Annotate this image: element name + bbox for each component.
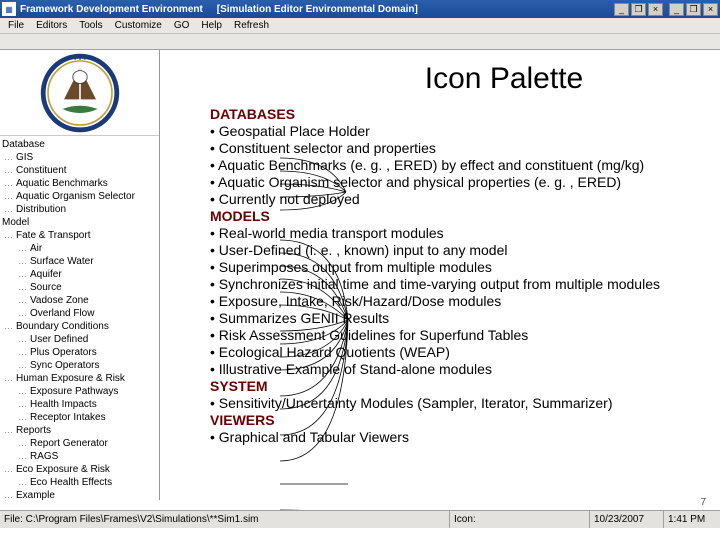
tree-item[interactable]: User Defined bbox=[2, 333, 157, 346]
tree-item[interactable]: Fate & Transport bbox=[2, 229, 157, 242]
bullet-item: Synchronizes initial time and time-varyi… bbox=[210, 276, 712, 293]
tree-item[interactable]: Distribution bbox=[2, 203, 157, 216]
mdi-maximize-button[interactable]: ❐ bbox=[631, 3, 646, 16]
tree-item[interactable]: Plus Operators bbox=[2, 346, 157, 359]
menu-file[interactable]: File bbox=[2, 20, 30, 31]
tree-item[interactable]: Aquatic Organism Selector bbox=[2, 190, 157, 203]
menu-help[interactable]: Help bbox=[195, 20, 228, 31]
tree-item[interactable]: Exposure Pathways bbox=[2, 385, 157, 398]
window-title: Framework Development Environment [Simul… bbox=[20, 4, 614, 15]
section-header-models: MODELS bbox=[210, 208, 712, 225]
tree-item[interactable]: Air bbox=[2, 242, 157, 255]
doc-name: [Simulation Editor Environmental Domain] bbox=[217, 4, 418, 15]
status-date: 10/23/2007 bbox=[590, 511, 664, 528]
maximize-button[interactable]: ❐ bbox=[686, 3, 701, 16]
main-area: ★ ★ ★ Database GIS Constituent Aquatic B… bbox=[0, 50, 720, 500]
tree-item[interactable]: Vadose Zone bbox=[2, 294, 157, 307]
status-icon: Icon: bbox=[450, 511, 590, 528]
section-header-viewers: VIEWERS bbox=[210, 412, 712, 429]
bullet-item: Ecological Hazard Quotients (WEAP) bbox=[210, 344, 712, 361]
bullet-item: Risk Assessment Guidelines for Superfund… bbox=[210, 327, 712, 344]
mdi-close-button[interactable]: × bbox=[648, 3, 663, 16]
bullet-item: Exposure, Intake, Risk/Hazard/Dose modul… bbox=[210, 293, 712, 310]
title-bar: ▦ Framework Development Environment [Sim… bbox=[0, 0, 720, 18]
menu-editors[interactable]: Editors bbox=[30, 20, 73, 31]
close-button[interactable]: × bbox=[703, 3, 718, 16]
tree-item[interactable]: Overland Flow bbox=[2, 307, 157, 320]
nrc-seal: ★ ★ ★ bbox=[0, 50, 160, 136]
bullet-item: Currently not deployed bbox=[210, 191, 712, 208]
menu-customize[interactable]: Customize bbox=[109, 20, 168, 31]
svg-text:★ ★ ★: ★ ★ ★ bbox=[74, 56, 87, 61]
tree-database[interactable]: Database bbox=[2, 138, 157, 151]
tree-item[interactable]: Example bbox=[2, 489, 157, 500]
mdi-window-buttons: _ ❐ × bbox=[614, 3, 663, 16]
tree-item[interactable]: Aquifer bbox=[2, 268, 157, 281]
toolbar bbox=[0, 34, 720, 50]
page-number: 7 bbox=[700, 497, 706, 508]
bullet-item: Illustrative Example of Stand-alone modu… bbox=[210, 361, 712, 378]
tree-item[interactable]: Source bbox=[2, 281, 157, 294]
slide-body: DATABASES Geospatial Place Holder Consti… bbox=[210, 106, 712, 446]
tree-item[interactable]: Boundary Conditions bbox=[2, 320, 157, 333]
bullet-item: Summarizes GENII Results bbox=[210, 310, 712, 327]
bullet-item: Aquatic Benchmarks (e. g. , ERED) by eff… bbox=[210, 157, 712, 174]
tree-item[interactable]: Reports bbox=[2, 424, 157, 437]
tree-item[interactable]: Constituent bbox=[2, 164, 157, 177]
bullet-item: Aquatic Organism selector and physical p… bbox=[210, 174, 712, 191]
app-icon: ▦ bbox=[2, 2, 16, 16]
menu-bar: File Editors Tools Customize GO Help Ref… bbox=[0, 18, 720, 34]
tree-item[interactable]: Human Exposure & Risk bbox=[2, 372, 157, 385]
menu-go[interactable]: GO bbox=[168, 20, 196, 31]
status-file: File: C:\Program Files\Frames\V2\Simulat… bbox=[0, 511, 450, 528]
tree-item[interactable]: Report Generator bbox=[2, 437, 157, 450]
menu-refresh[interactable]: Refresh bbox=[228, 20, 275, 31]
bullet-item: Constituent selector and properties bbox=[210, 140, 712, 157]
section-header-databases: DATABASES bbox=[210, 106, 712, 123]
bullet-item: Geospatial Place Holder bbox=[210, 123, 712, 140]
bullet-item: Graphical and Tabular Viewers bbox=[210, 429, 712, 446]
minimize-button[interactable]: _ bbox=[669, 3, 684, 16]
app-name: Framework Development Environment bbox=[20, 4, 203, 15]
tree-item[interactable]: Eco Exposure & Risk bbox=[2, 463, 157, 476]
bullet-item: Real-world media transport modules bbox=[210, 225, 712, 242]
bullet-item: User-Defined (i. e. , known) input to an… bbox=[210, 242, 712, 259]
window-buttons: _ ❐ × bbox=[669, 3, 718, 16]
section-header-system: SYSTEM bbox=[210, 378, 712, 395]
tree-item[interactable]: Sync Operators bbox=[2, 359, 157, 372]
mdi-minimize-button[interactable]: _ bbox=[614, 3, 629, 16]
tree-model[interactable]: Model bbox=[2, 216, 157, 229]
menu-tools[interactable]: Tools bbox=[73, 20, 108, 31]
slide-title: Icon Palette bbox=[296, 62, 712, 96]
status-time: 1:41 PM bbox=[664, 511, 720, 528]
bullet-item: Superimposes output from multiple module… bbox=[210, 259, 712, 276]
tree-item[interactable]: Surface Water bbox=[2, 255, 157, 268]
bullet-item: Sensitivity/Uncertainty Modules (Sampler… bbox=[210, 395, 712, 412]
tree-item[interactable]: Receptor Intakes bbox=[2, 411, 157, 424]
tree-item[interactable]: Health Impacts bbox=[2, 398, 157, 411]
tree-panel: ★ ★ ★ Database GIS Constituent Aquatic B… bbox=[0, 50, 160, 500]
tree-view[interactable]: Database GIS Constituent Aquatic Benchma… bbox=[0, 136, 159, 500]
tree-item[interactable]: Eco Health Effects bbox=[2, 476, 157, 489]
tree-item[interactable]: Aquatic Benchmarks bbox=[2, 177, 157, 190]
tree-item[interactable]: GIS bbox=[2, 151, 157, 164]
status-bar: File: C:\Program Files\Frames\V2\Simulat… bbox=[0, 510, 720, 528]
slide-content: Icon Palette DATABASES Geospatial Place … bbox=[160, 50, 720, 500]
tree-item[interactable]: RAGS bbox=[2, 450, 157, 463]
